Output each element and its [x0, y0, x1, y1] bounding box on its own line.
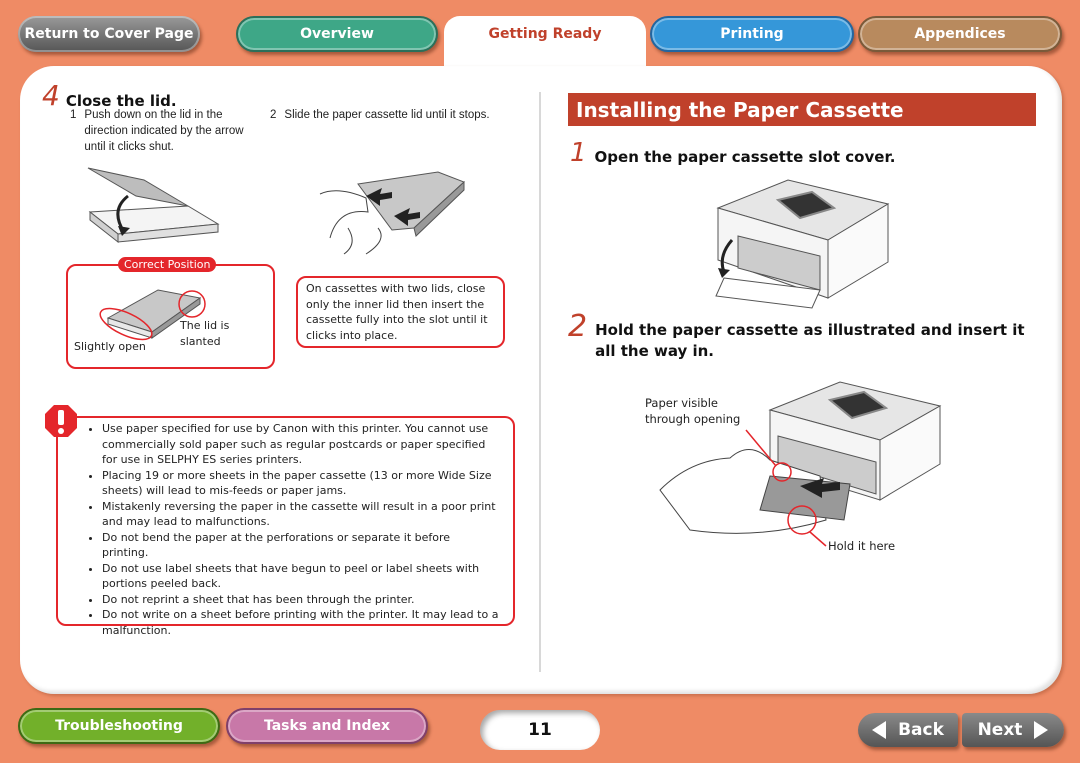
troubleshooting-label: Troubleshooting — [55, 718, 183, 734]
tasks-and-index-label: Tasks and Index — [263, 718, 391, 734]
tasks-and-index-button[interactable]: Tasks and Index — [226, 708, 428, 744]
tab-overview-label: Overview — [300, 26, 374, 42]
substep-text: Slide the paper cassette lid until it st… — [284, 109, 490, 121]
correct-position-badge: Correct Position — [118, 257, 217, 272]
troubleshooting-button[interactable]: Troubleshooting — [18, 708, 220, 744]
step-title: Hold the paper cassette as illustrated a… — [595, 321, 1025, 360]
caution-icon — [45, 405, 77, 437]
substep-text: Push down on the lid in the direction in… — [84, 109, 244, 153]
step-number: 1 — [570, 138, 587, 168]
cassette-lid-sliding-illustration — [319, 171, 465, 255]
cassette-lid-closing-illustration — [87, 167, 220, 244]
tab-overview[interactable]: Overview — [236, 16, 438, 52]
hold-it-here-callout: Hold it here — [828, 539, 896, 553]
caution-list: Use paper specified for use by Canon wit… — [82, 421, 499, 638]
step-title: Open the paper cassette slot cover. — [594, 148, 896, 166]
next-label: Next — [977, 720, 1023, 740]
return-to-cover-label: Return to Cover Page — [24, 26, 194, 42]
printer-open-cover-illustration — [715, 179, 890, 309]
step-number: 2 — [568, 309, 588, 344]
tab-printing-label: Printing — [720, 26, 784, 42]
column-divider — [539, 92, 541, 672]
caution-box: Use paper specified for use by Canon wit… — [56, 416, 515, 637]
tab-appendices[interactable]: Appendices — [858, 16, 1062, 52]
caution-item: Do not bend the paper at the perforation… — [102, 530, 499, 561]
caution-item: Placing 19 or more sheets in the paper c… — [102, 468, 499, 499]
return-to-cover-button[interactable]: Return to Cover Page — [18, 16, 200, 52]
substep-number: 1 — [70, 109, 77, 121]
back-button[interactable]: Back — [858, 713, 958, 747]
lid-slanted-label: The lid is slanted — [180, 319, 230, 348]
section-title: Installing the Paper Cassette — [568, 93, 1036, 126]
next-button[interactable]: Next — [962, 713, 1064, 747]
caution-item: Mistakenly reversing the paper in the ca… — [102, 499, 499, 530]
substep-2: 2 Slide the paper cassette lid until it … — [270, 107, 530, 123]
tab-printing[interactable]: Printing — [650, 16, 854, 52]
next-arrow-icon — [1034, 721, 1049, 739]
substep-1: 1 Push down on the lid in the direction … — [70, 107, 250, 155]
step-number: 4 — [42, 79, 60, 112]
slightly-open-label: Slightly open — [74, 340, 146, 353]
step-1-heading: 1 Open the paper cassette slot cover. — [570, 140, 895, 166]
back-arrow-icon — [872, 721, 887, 739]
substep-number: 2 — [270, 109, 277, 121]
caution-item: Use paper specified for use by Canon wit… — [102, 421, 499, 468]
tab-appendices-label: Appendices — [914, 26, 1006, 42]
step-4-heading: 4 Close the lid. — [42, 79, 177, 112]
caution-item: Do not use label sheets that have begun … — [102, 561, 499, 592]
back-label: Back — [898, 720, 944, 740]
paper-visible-callout: Paper visible through opening — [645, 396, 741, 426]
caution-item: Do not reprint a sheet that has been thr… — [102, 592, 499, 608]
caution-item: Do not write on a sheet before printing … — [102, 607, 499, 638]
page-number: 11 — [480, 710, 600, 750]
step-2-heading: 2 Hold the paper cassette as illustrated… — [568, 312, 1045, 362]
two-lids-tip: On cassettes with two lids, close only t… — [296, 276, 505, 348]
